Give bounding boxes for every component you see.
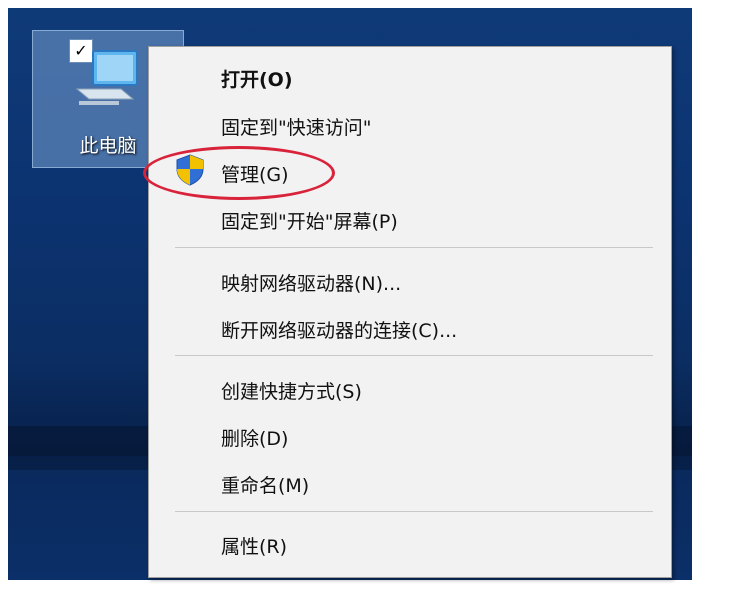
menu-item-open[interactable]: 打开(O): [221, 65, 293, 92]
menu-item-pin-quick-access[interactable]: 固定到"快速访问": [221, 113, 371, 140]
menu-item-create-shortcut[interactable]: 创建快捷方式(S): [221, 377, 362, 404]
menu-item-map-network-drive[interactable]: 映射网络驱动器(N)...: [221, 269, 401, 296]
menu-item-manage[interactable]: 管理(G): [221, 160, 289, 187]
menu-item-disconnect-network-drive[interactable]: 断开网络驱动器的连接(C)...: [221, 316, 457, 343]
menu-separator: [175, 511, 653, 512]
menu-separator: [175, 355, 653, 356]
context-menu: 打开(O) 固定到"快速访问" 管理(G) 固定到"开始"屏幕(P) 映射网络驱…: [143, 46, 672, 578]
shield-icon: [176, 154, 204, 186]
menu-item-pin-start[interactable]: 固定到"开始"屏幕(P): [221, 207, 398, 234]
menu-separator: [175, 247, 653, 248]
computer-icon: [75, 50, 138, 105]
menu-item-properties[interactable]: 属性(R): [221, 532, 287, 559]
menu-item-rename[interactable]: 重命名(M): [221, 471, 309, 498]
menu-item-delete[interactable]: 删除(D): [221, 424, 288, 451]
